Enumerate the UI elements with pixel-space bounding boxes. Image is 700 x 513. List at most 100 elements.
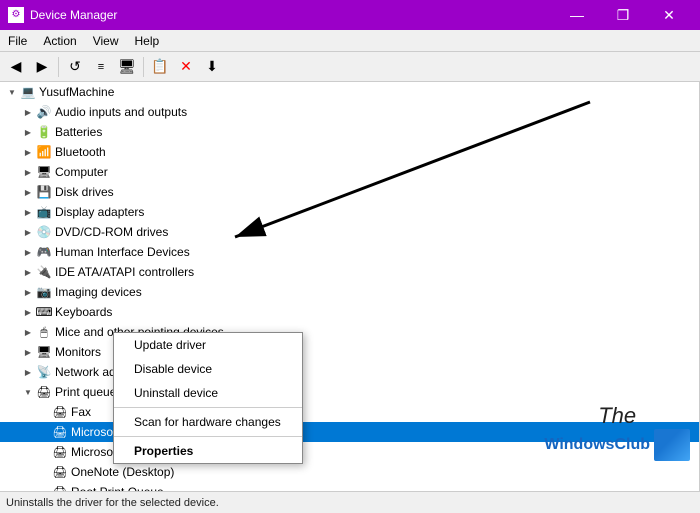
expand-icon-printqueues[interactable]: ▼ xyxy=(20,384,36,400)
toolbar-sep1 xyxy=(58,57,59,77)
item-label-diskdrives: Disk drives xyxy=(55,185,114,199)
update-button[interactable]: ⬇ xyxy=(200,55,224,79)
properties-button[interactable]: ≡ xyxy=(89,55,113,79)
tree-item-root[interactable]: 🖨Root Print Queue xyxy=(0,482,699,491)
forward-button[interactable]: ▶ xyxy=(30,55,54,79)
tree-item-displayadapters[interactable]: ▶📺Display adapters xyxy=(0,202,699,222)
menu-view[interactable]: View xyxy=(85,30,127,51)
context-menu: Update driver Disable device Uninstall d… xyxy=(113,332,303,464)
context-uninstall-device[interactable]: Uninstall device xyxy=(114,381,302,405)
context-disable-device[interactable]: Disable device xyxy=(114,357,302,381)
item-label-computer: Computer xyxy=(55,165,108,179)
item-label-dvd: DVD/CD-ROM drives xyxy=(55,225,168,239)
item-label-ide: IDE ATA/ATAPI controllers xyxy=(55,265,194,279)
item-icon-mice: 🖱 xyxy=(36,324,52,340)
tree-item-keyboards[interactable]: ▶⌨Keyboards xyxy=(0,302,699,322)
toolbar-sep2 xyxy=(143,57,144,77)
expand-icon-mice[interactable]: ▶ xyxy=(20,324,36,340)
tree-item-micr1[interactable]: 🖨Microsoft Print to PDF xyxy=(0,422,699,442)
item-icon-computer: 🖥 xyxy=(36,164,52,180)
expand-icon-hid[interactable]: ▶ xyxy=(20,244,36,260)
expand-icon-machine[interactable]: ▼ xyxy=(4,84,20,100)
tree-item-machine[interactable]: ▼💻YusufMachine xyxy=(0,82,699,102)
item-icon-machine: 💻 xyxy=(20,84,36,100)
back-button[interactable]: ◀ xyxy=(4,55,28,79)
expand-icon-ide[interactable]: ▶ xyxy=(20,264,36,280)
expand-icon-network[interactable]: ▶ xyxy=(20,364,36,380)
tree-item-bluetooth[interactable]: ▶📶Bluetooth xyxy=(0,142,699,162)
expand-icon-displayadapters[interactable]: ▶ xyxy=(20,204,36,220)
status-bar: Uninstalls the driver for the selected d… xyxy=(0,491,700,513)
expand-icon-imaging[interactable]: ▶ xyxy=(20,284,36,300)
item-label-bluetooth: Bluetooth xyxy=(55,145,106,159)
item-label-keyboards: Keyboards xyxy=(55,305,112,319)
tree-item-oneno[interactable]: 🖨OneNote (Desktop) xyxy=(0,462,699,482)
context-scan-hardware[interactable]: Scan for hardware changes xyxy=(114,410,302,434)
tree-item-micr2[interactable]: 🖨Microsoft XPS Document Writer xyxy=(0,442,699,462)
main-area: ▼💻YusufMachine▶🔊Audio inputs and outputs… xyxy=(0,82,700,491)
tree-item-ide[interactable]: ▶🔌IDE ATA/ATAPI controllers xyxy=(0,262,699,282)
item-label-batteries: Batteries xyxy=(55,125,102,139)
menu-help[interactable]: Help xyxy=(127,30,168,51)
item-icon-printqueues: 🖨 xyxy=(36,384,52,400)
menu-action[interactable]: Action xyxy=(35,30,84,51)
expand-icon-bluetooth[interactable]: ▶ xyxy=(20,144,36,160)
tree-item-imaging[interactable]: ▶📷Imaging devices xyxy=(0,282,699,302)
item-label-oneno: OneNote (Desktop) xyxy=(71,465,174,479)
item-label-monitors: Monitors xyxy=(55,345,101,359)
expand-icon-audio[interactable]: ▶ xyxy=(20,104,36,120)
tree-item-computer[interactable]: ▶🖥Computer xyxy=(0,162,699,182)
expand-icon-diskdrives[interactable]: ▶ xyxy=(20,184,36,200)
toolbar: ◀ ▶ ↺ ≡ 🖥 📋 ✕ ⬇ xyxy=(0,52,700,82)
tree-item-hid[interactable]: ▶🎮Human Interface Devices xyxy=(0,242,699,262)
menu-file[interactable]: File xyxy=(0,30,35,51)
expand-icon-monitors[interactable]: ▶ xyxy=(20,344,36,360)
item-icon-root: 🖨 xyxy=(52,484,68,491)
tree-item-network[interactable]: ▶📡Network adapters xyxy=(0,362,699,382)
scan-button[interactable]: 📋 xyxy=(148,55,172,79)
display-button[interactable]: 🖥 xyxy=(115,55,139,79)
tree-item-monitors[interactable]: ▶🖥Monitors xyxy=(0,342,699,362)
refresh-button[interactable]: ↺ xyxy=(63,55,87,79)
tree-item-dvd[interactable]: ▶💿DVD/CD-ROM drives xyxy=(0,222,699,242)
item-label-fax: Fax xyxy=(71,405,91,419)
title-bar: ⚙ Device Manager — ❐ ✕ xyxy=(0,0,700,30)
context-sep1 xyxy=(114,407,302,408)
item-icon-micr2: 🖨 xyxy=(52,444,68,460)
context-properties[interactable]: Properties xyxy=(114,439,302,463)
item-icon-ide: 🔌 xyxy=(36,264,52,280)
device-tree[interactable]: ▼💻YusufMachine▶🔊Audio inputs and outputs… xyxy=(0,82,700,491)
item-icon-oneno: 🖨 xyxy=(52,464,68,480)
item-label-displayadapters: Display adapters xyxy=(55,205,144,219)
window-title: Device Manager xyxy=(30,8,554,22)
item-icon-keyboards: ⌨ xyxy=(36,304,52,320)
item-label-machine: YusufMachine xyxy=(39,85,114,99)
restore-button[interactable]: ❐ xyxy=(600,0,646,30)
item-label-audio: Audio inputs and outputs xyxy=(55,105,187,119)
context-sep2 xyxy=(114,436,302,437)
item-icon-bluetooth: 📶 xyxy=(36,144,52,160)
close-button[interactable]: ✕ xyxy=(646,0,692,30)
context-update-driver[interactable]: Update driver xyxy=(114,333,302,357)
tree-item-diskdrives[interactable]: ▶💾Disk drives xyxy=(0,182,699,202)
minimize-button[interactable]: — xyxy=(554,0,600,30)
expand-icon-batteries[interactable]: ▶ xyxy=(20,124,36,140)
tree-item-mice[interactable]: ▶🖱Mice and other pointing devices xyxy=(0,322,699,342)
item-icon-monitors: 🖥 xyxy=(36,344,52,360)
status-text: Uninstalls the driver for the selected d… xyxy=(6,497,219,509)
expand-icon-keyboards[interactable]: ▶ xyxy=(20,304,36,320)
item-icon-imaging: 📷 xyxy=(36,284,52,300)
expand-icon-dvd[interactable]: ▶ xyxy=(20,224,36,240)
tree-item-printqueues[interactable]: ▼🖨Print queues xyxy=(0,382,699,402)
tree-item-fax[interactable]: 🖨Fax xyxy=(0,402,699,422)
item-icon-fax: 🖨 xyxy=(52,404,68,420)
item-label-imaging: Imaging devices xyxy=(55,285,142,299)
remove-button[interactable]: ✕ xyxy=(174,55,198,79)
expand-icon-computer[interactable]: ▶ xyxy=(20,164,36,180)
item-icon-hid: 🎮 xyxy=(36,244,52,260)
tree-item-batteries[interactable]: ▶🔋Batteries xyxy=(0,122,699,142)
item-icon-diskdrives: 💾 xyxy=(36,184,52,200)
app-icon: ⚙ xyxy=(8,7,24,23)
tree-item-audio[interactable]: ▶🔊Audio inputs and outputs xyxy=(0,102,699,122)
item-icon-micr1: 🖨 xyxy=(52,424,68,440)
